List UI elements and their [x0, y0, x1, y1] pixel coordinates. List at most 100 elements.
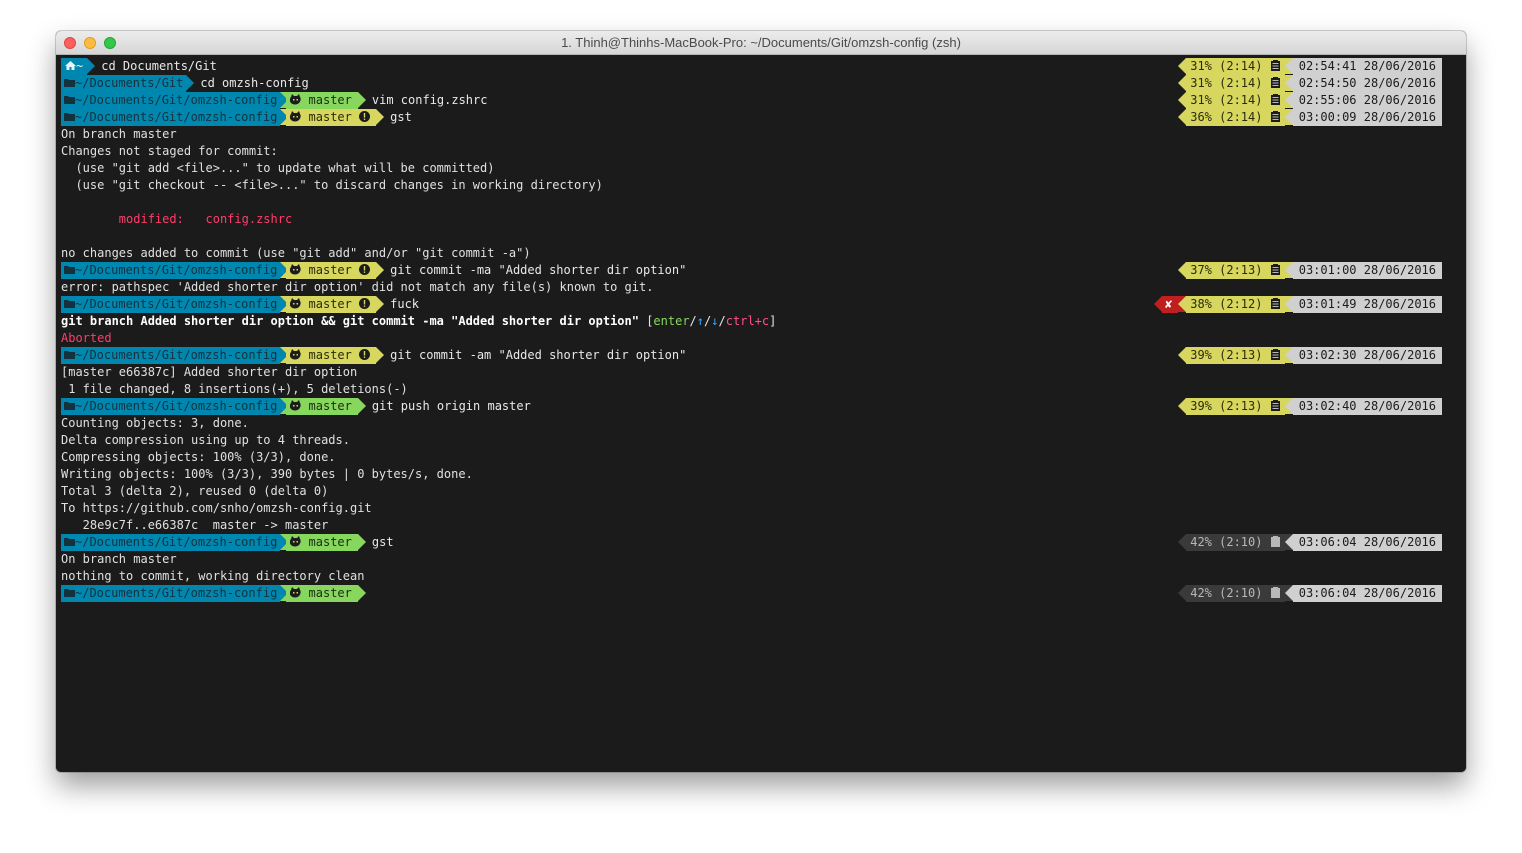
octocat-icon — [290, 587, 301, 598]
right-prompt: 39% (2:13) 03:02:40 28/06/2016 — [1178, 398, 1442, 415]
separator-arrow — [1284, 75, 1293, 91]
output-line: Delta compression using up to 4 threads. — [61, 432, 1454, 449]
timestamp: 03:02:30 28/06/2016 — [1298, 348, 1436, 362]
battery-icon — [1270, 60, 1280, 71]
separator-arrow — [376, 347, 385, 363]
timestamp: 03:00:09 28/06/2016 — [1298, 110, 1436, 124]
dir-path: ~/Documents/Git/omzsh-config — [75, 263, 278, 277]
output-text: Counting objects: 3, done. — [61, 416, 249, 430]
battery-text: 36% (2:14) — [1190, 110, 1263, 124]
exclamation-icon — [359, 264, 371, 275]
output-line: 28e9c7f..e66387c master -> master — [61, 517, 1454, 534]
battery-text: 38% (2:12) — [1190, 297, 1263, 311]
ctrl-c-key: ctrl+c — [725, 314, 770, 328]
output-line: [master e66387c] Added shorter dir optio… — [61, 364, 1454, 381]
dir-segment: ~/Documents/Git/omzsh-config — [61, 398, 281, 415]
zoom-button[interactable] — [104, 37, 116, 49]
battery-icon — [1270, 111, 1280, 122]
battery-text: 31% (2:14) — [1190, 76, 1263, 90]
right-prompt: ✘ 38% (2:12) 03:01:49 28/06/2016 — [1154, 296, 1442, 313]
battery-icon — [1270, 400, 1280, 411]
octocat-icon — [290, 400, 301, 411]
output-text: 28e9c7f..e66387c master -> master — [61, 518, 329, 532]
folder-icon — [64, 266, 75, 274]
time-segment: 03:01:00 28/06/2016 — [1292, 262, 1442, 279]
right-prompt: 42% (2:10) 03:06:04 28/06/2016 — [1178, 534, 1442, 551]
output-text: Compressing objects: 100% (3/3), done. — [61, 450, 336, 464]
output-line: (use "git add <file>..." to update what … — [61, 160, 1454, 177]
dir-segment: ~/Documents/Git/omzsh-config — [61, 109, 281, 126]
up-key: ↑ — [696, 314, 705, 328]
separator-arrow — [1284, 92, 1293, 108]
separator-arrow — [1178, 92, 1187, 108]
time-segment: 02:54:41 28/06/2016 — [1292, 58, 1442, 75]
enter-key: enter — [653, 314, 690, 328]
dir-path: ~ — [76, 59, 84, 73]
prompt-line: ~/Documents/Git/omzsh-config master git … — [61, 347, 1454, 364]
git-segment: master — [286, 262, 377, 279]
separator-arrow — [186, 75, 195, 91]
git-segment: master — [286, 92, 358, 109]
octocat-icon — [290, 94, 301, 105]
folder-icon — [64, 351, 75, 359]
prompt-line: ~/Documents/Git/omzsh-config master 42% (… — [61, 585, 1454, 602]
separator-arrow — [1284, 262, 1293, 278]
battery-icon — [1270, 77, 1280, 88]
separator-arrow — [1178, 585, 1187, 601]
dir-path: ~/Documents/Git — [75, 76, 184, 90]
folder-icon — [64, 538, 75, 546]
separator-arrow — [376, 296, 385, 312]
close-button[interactable] — [64, 37, 76, 49]
terminal-content[interactable]: ~ cd Documents/Git 31% (2:14) 02:54:41 28/… — [56, 55, 1466, 772]
separator-arrow — [1284, 347, 1293, 363]
separator-arrow — [1284, 109, 1293, 125]
dir-segment: ~/Documents/Git/omzsh-config — [61, 534, 281, 551]
output-line: Writing objects: 100% (3/3), 390 bytes |… — [61, 466, 1454, 483]
octocat-icon — [290, 536, 301, 547]
battery-segment: 42% (2:10) — [1186, 534, 1285, 551]
timestamp: 03:02:40 28/06/2016 — [1298, 399, 1436, 413]
minimize-button[interactable] — [84, 37, 96, 49]
output-line: Aborted — [61, 330, 1454, 347]
output-line: Counting objects: 3, done. — [61, 415, 1454, 432]
output-line: (use "git checkout -- <file>..." to disc… — [61, 177, 1454, 194]
folder-icon — [64, 79, 75, 87]
slash: / — [718, 314, 726, 328]
right-prompt: 31% (2:14) 02:54:41 28/06/2016 — [1178, 58, 1442, 75]
time-segment: 03:01:49 28/06/2016 — [1292, 296, 1442, 313]
output-line: no changes added to commit (use "git add… — [61, 245, 1454, 262]
folder-icon — [64, 113, 75, 121]
home-icon — [65, 61, 76, 70]
output-line: Total 3 (delta 2), reused 0 (delta 0) — [61, 483, 1454, 500]
git-segment: master — [286, 585, 358, 602]
output-text: error: pathspec 'Added shorter dir optio… — [61, 280, 654, 294]
dir-segment: ~/Documents/Git/omzsh-config — [61, 92, 281, 109]
output-text: To https://github.com/snho/omzsh-config.… — [61, 501, 372, 515]
output-text: Delta compression using up to 4 threads. — [61, 433, 350, 447]
command-text: gst — [390, 110, 412, 124]
title-bar: 1. Thinh@Thinhs-MacBook-Pro: ~/Documents… — [56, 31, 1466, 55]
exclamation-icon — [359, 298, 371, 309]
command-text: vim config.zshrc — [371, 93, 488, 107]
time-segment: 03:02:40 28/06/2016 — [1292, 398, 1442, 415]
right-prompt: 39% (2:13) 03:02:30 28/06/2016 — [1178, 347, 1442, 364]
separator-arrow — [1284, 398, 1293, 414]
output-text: [master e66387c] Added shorter dir optio… — [61, 365, 358, 379]
modified-file: modified: config.zshrc — [61, 212, 293, 226]
output-text: (use "git add <file>..." to update what … — [61, 161, 495, 175]
output-line: To https://github.com/snho/omzsh-config.… — [61, 500, 1454, 517]
exclamation-icon — [359, 349, 371, 360]
command-text: git commit -am "Added shorter dir option… — [390, 348, 687, 362]
output-text: nothing to commit, working directory cle… — [61, 569, 365, 583]
folder-icon — [64, 96, 75, 104]
dir-segment: ~/Documents/Git/omzsh-config — [61, 296, 281, 313]
command-text: git commit -ma "Added shorter dir option… — [390, 263, 687, 277]
git-segment: master — [286, 398, 358, 415]
separator-arrow — [1284, 58, 1293, 74]
slash: / — [689, 314, 697, 328]
separator-arrow — [357, 398, 366, 414]
prompt-line: ~/Documents/Git/omzsh-config master git p… — [61, 398, 1454, 415]
separator-arrow — [1178, 75, 1187, 91]
